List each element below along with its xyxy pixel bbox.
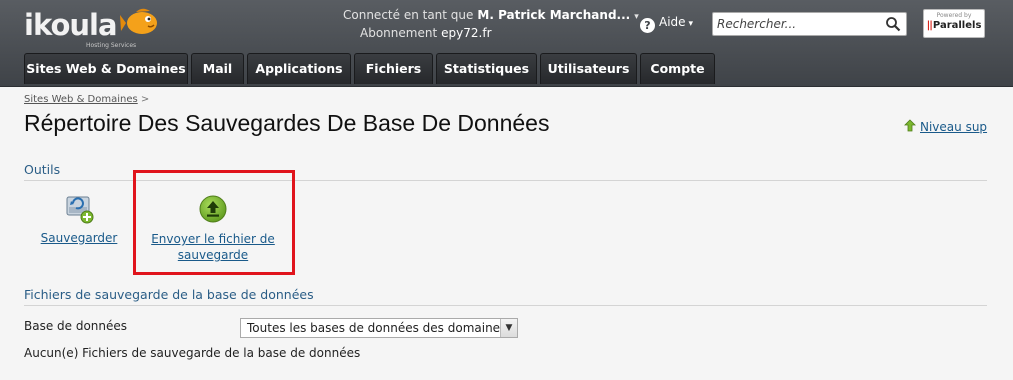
breadcrumb: Sites Web & Domaines > (24, 94, 149, 105)
search-box (712, 12, 907, 36)
subscription-value: epy72.fr (441, 26, 492, 40)
help-icon: ? (640, 18, 655, 33)
files-section-divider (24, 305, 987, 306)
dropdown-arrow-icon[interactable]: ▼ (500, 319, 517, 337)
ikoula-logo[interactable]: ikoula Hosting Services (24, 6, 164, 50)
subscription: Abonnement epy72.fr (360, 26, 492, 40)
tab-applications[interactable]: Applications (247, 53, 351, 84)
breadcrumb-sites-web-domaines[interactable]: Sites Web & Domaines (24, 94, 138, 105)
parallels-logo[interactable]: Powered by ||Parallels (923, 9, 985, 38)
tab-statistiques[interactable]: Statistiques (436, 53, 537, 84)
backup-label[interactable]: Sauvegarder (41, 231, 118, 245)
parallels-name: ||Parallels (926, 20, 982, 31)
top-header: ikoula Hosting Services Connecté en tant… (0, 0, 1013, 87)
subscription-label: Abonnement (360, 26, 438, 40)
help-label: Aide (659, 15, 686, 29)
files-section-title: Fichiers de sauvegarde de la base de don… (24, 287, 314, 302)
powered-by-label: Powered by (936, 12, 972, 19)
tab-fichiers[interactable]: Fichiers (354, 53, 433, 84)
highlight-box (133, 170, 295, 275)
database-label: Base de données (24, 319, 128, 333)
logo-subtitle: Hosting Services (86, 42, 137, 49)
chevron-down-icon: ▾ (688, 19, 694, 29)
fish-logo-icon (120, 8, 157, 34)
connected-as[interactable]: Connecté en tant que M. Patrick Marchand.… (343, 8, 639, 22)
up-level-label[interactable]: Niveau sup (920, 120, 987, 134)
page-title: Répertoire Des Sauvegardes De Base De Do… (24, 110, 550, 136)
search-input[interactable] (717, 16, 877, 32)
tab-compte[interactable]: Compte (640, 53, 715, 84)
tab-sites-web-domaines[interactable]: Sites Web & Domaines (24, 53, 188, 84)
help-menu[interactable]: ? Aide ▾ (640, 15, 693, 33)
tab-mail[interactable]: Mail (191, 53, 244, 84)
database-select[interactable]: Toutes les bases de données des domaines… (240, 318, 518, 338)
database-select-value: Toutes les bases de données des domaines (247, 321, 507, 335)
user-name[interactable]: M. Patrick Marchand... (477, 8, 630, 22)
up-level-link[interactable]: Niveau sup (903, 119, 987, 134)
backup-tool[interactable]: Sauvegarder (40, 193, 118, 245)
up-level-icon (904, 119, 916, 132)
breadcrumb-separator: > (140, 94, 150, 105)
logo-text: ikoula (24, 8, 118, 42)
tab-utilisateurs[interactable]: Utilisateurs (540, 53, 637, 84)
tools-section-title: Outils (24, 162, 61, 177)
database-backup-icon (66, 196, 94, 224)
search-icon[interactable] (885, 16, 901, 32)
chevron-down-icon[interactable]: ▾ (634, 12, 639, 22)
connected-label: Connecté en tant que (343, 8, 474, 22)
empty-list-message: Aucun(e) Fichiers de sauvegarde de la ba… (24, 346, 361, 360)
